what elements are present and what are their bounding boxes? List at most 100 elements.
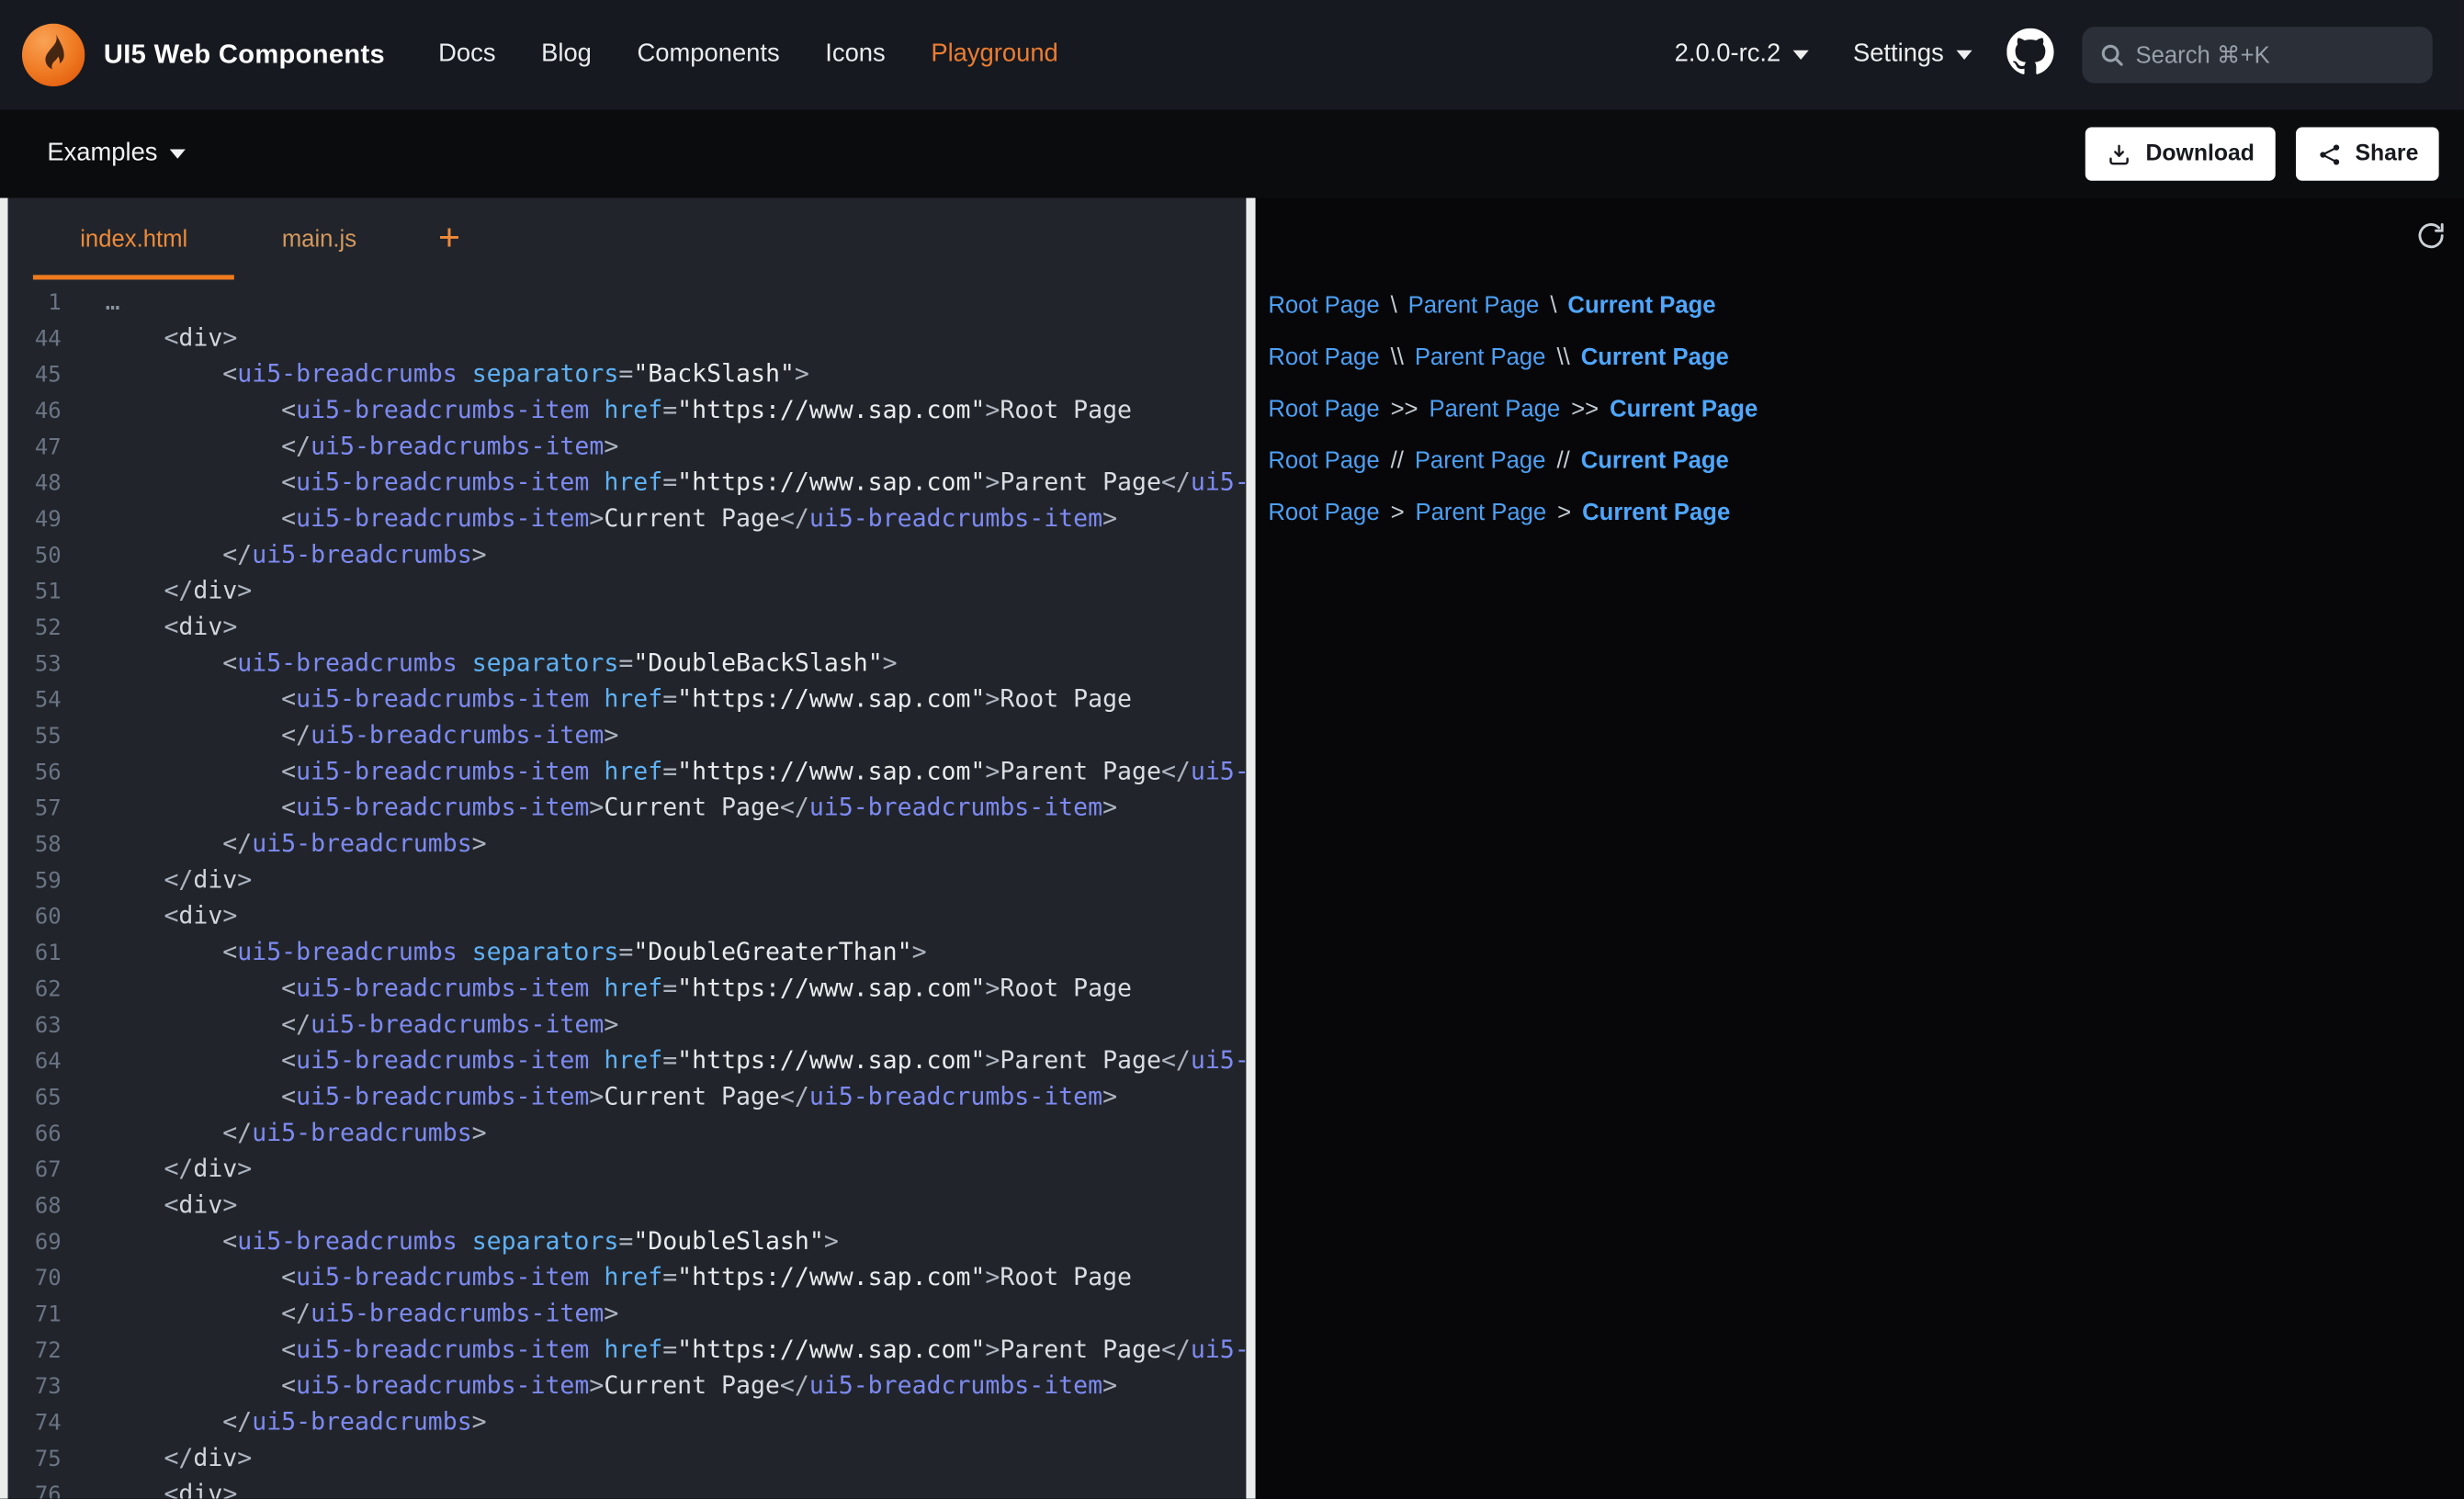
line-number: 55	[8, 719, 81, 755]
settings-dropdown[interactable]: Settings	[1853, 40, 1972, 69]
code-line: 56 <ui5-breadcrumbs-item href="https://w…	[8, 754, 1247, 790]
code-line: 46 <ui5-breadcrumbs-item href="https://w…	[8, 393, 1247, 429]
breadcrumb-separator: >	[1391, 500, 1405, 526]
code-line: 61 <ui5-breadcrumbs separators="DoubleGr…	[8, 935, 1247, 971]
line-number: 58	[8, 828, 81, 863]
code-line: 66 </ui5-breadcrumbs>	[8, 1115, 1247, 1151]
breadcrumb-link[interactable]: Root Page	[1268, 344, 1379, 371]
breadcrumb-current: Current Page	[1581, 447, 1729, 474]
code-line: 65 <ui5-breadcrumbs-item>Current Page</u…	[8, 1079, 1247, 1115]
add-tab-button[interactable]: +	[429, 198, 469, 280]
breadcrumb-link[interactable]: Parent Page	[1415, 447, 1546, 474]
code-line: 72 <ui5-breadcrumbs-item href="https://w…	[8, 1332, 1247, 1368]
code-text: <ui5-breadcrumbs-item href="https://www.…	[106, 1046, 1247, 1075]
code-text: <ui5-breadcrumbs-item href="https://www.…	[106, 1263, 1132, 1291]
ui5-playground: UI5 Web Components Docs Blog Components …	[0, 0, 2464, 1499]
tab-main-js[interactable]: main.js	[234, 198, 403, 280]
code-line: 53 <ui5-breadcrumbs separators="DoubleBa…	[8, 646, 1247, 682]
examples-label: Examples	[47, 140, 157, 168]
breadcrumb: Root Page>>Parent Page>>Current Page	[1268, 393, 2464, 428]
line-number: 1	[8, 286, 81, 321]
breadcrumb-separator: >>	[1571, 396, 1599, 423]
toolbar-actions: Download Share	[2085, 128, 2438, 181]
code-text: </ui5-breadcrumbs>	[106, 1408, 487, 1437]
breadcrumb-link[interactable]: Parent Page	[1416, 500, 1547, 526]
nav-link-blog[interactable]: Blog	[541, 40, 592, 69]
line-number: 49	[8, 502, 81, 538]
breadcrumb-link[interactable]: Parent Page	[1408, 292, 1540, 319]
code-text: <ui5-breadcrumbs-item href="https://www.…	[106, 757, 1247, 785]
code-editor[interactable]: 1…44 <div>45 <ui5-breadcrumbs separators…	[8, 279, 1247, 1498]
code-text: <ui5-breadcrumbs-item href="https://www.…	[106, 1336, 1247, 1364]
line-number: 56	[8, 756, 81, 792]
nav-link-docs[interactable]: Docs	[438, 40, 495, 69]
code-text: </div>	[106, 1444, 253, 1472]
examples-dropdown[interactable]: Examples	[47, 140, 186, 168]
code-line: 1…	[8, 285, 1247, 321]
code-text: <ui5-breadcrumbs separators="DoubleGreat…	[106, 938, 927, 966]
version-dropdown[interactable]: 2.0.0-rc.2	[1675, 40, 1809, 69]
code-line: 59 </div>	[8, 862, 1247, 898]
code-line: 51 </div>	[8, 573, 1247, 609]
examples-toolbar: Examples Download Share	[0, 110, 2464, 198]
search-input[interactable]	[2082, 41, 2432, 68]
nav-link-components[interactable]: Components	[638, 40, 780, 69]
nav-link-icons[interactable]: Icons	[825, 40, 885, 69]
main-split: index.html main.js + 1…44 <div>45 <ui5-b…	[0, 198, 2464, 1499]
line-number: 64	[8, 1044, 81, 1080]
code-text: </div>	[106, 865, 253, 894]
line-number: 48	[8, 467, 81, 502]
breadcrumb-link[interactable]: Root Page	[1268, 292, 1379, 319]
refresh-button[interactable]	[2413, 217, 2450, 254]
left-splitter[interactable]	[0, 198, 8, 1499]
breadcrumb-current: Current Page	[1610, 396, 1758, 423]
code-text: </ui5-breadcrumbs>	[106, 829, 487, 858]
download-button[interactable]: Download	[2085, 128, 2275, 181]
code-text: <ui5-breadcrumbs separators="BackSlash">	[106, 360, 809, 389]
code-line: 47 </ui5-breadcrumbs-item>	[8, 429, 1247, 465]
code-text: <ui5-breadcrumbs separators="DoubleBackS…	[106, 648, 898, 677]
search-box	[2082, 27, 2432, 84]
breadcrumb: Root Page\Parent Page\Current Page	[1268, 289, 2464, 324]
editor-pane: index.html main.js + 1…44 <div>45 <ui5-b…	[8, 198, 1247, 1499]
breadcrumb-link[interactable]: Root Page	[1268, 447, 1379, 474]
share-button[interactable]: Share	[2295, 128, 2438, 181]
line-number: 75	[8, 1442, 81, 1478]
share-icon	[2316, 141, 2343, 167]
code-line: 48 <ui5-breadcrumbs-item href="https://w…	[8, 465, 1247, 501]
breadcrumb-link[interactable]: Root Page	[1268, 500, 1379, 526]
github-link[interactable]	[2006, 28, 2053, 83]
breadcrumb-link[interactable]: Parent Page	[1430, 396, 1561, 423]
line-number: 73	[8, 1370, 81, 1406]
code-text: <ui5-breadcrumbs separators="DoubleSlash…	[106, 1227, 839, 1256]
line-number: 45	[8, 358, 81, 394]
code-text: <ui5-breadcrumbs-item>Current Page</ui5-…	[106, 1371, 1117, 1400]
code-line: 54 <ui5-breadcrumbs-item href="https://w…	[8, 682, 1247, 717]
nav-link-playground[interactable]: Playground	[931, 40, 1057, 69]
code-line: 64 <ui5-breadcrumbs-item href="https://w…	[8, 1043, 1247, 1079]
settings-label: Settings	[1853, 40, 1944, 69]
line-number: 66	[8, 1117, 81, 1153]
breadcrumb: Root Page\\Parent Page\\Current Page	[1268, 341, 2464, 376]
chevron-down-icon	[170, 149, 186, 158]
code-line: 76 <div>	[8, 1477, 1247, 1499]
line-number: 76	[8, 1479, 81, 1499]
code-text: <div>	[106, 902, 238, 930]
tab-index-html[interactable]: index.html	[33, 198, 235, 280]
line-number: 46	[8, 394, 81, 430]
line-number: 59	[8, 864, 81, 900]
split-divider[interactable]	[1246, 198, 1255, 1499]
code-text: </ui5-breadcrumbs-item>	[106, 1300, 619, 1328]
code-text: </ui5-breadcrumbs>	[106, 540, 487, 569]
chevron-down-icon	[1957, 51, 1972, 60]
breadcrumb-separator: \\	[1391, 344, 1404, 371]
line-number: 61	[8, 936, 81, 972]
brand-link[interactable]: UI5 Web Components	[22, 24, 385, 86]
breadcrumb-link[interactable]: Root Page	[1268, 396, 1379, 423]
download-icon	[2107, 141, 2133, 167]
download-label: Download	[2145, 141, 2255, 166]
preview-pane: Root Page\Parent Page\Current PageRoot P…	[1256, 198, 2464, 1499]
code-text: <ui5-breadcrumbs-item href="https://www.…	[106, 396, 1132, 424]
brand-title: UI5 Web Components	[104, 39, 385, 71]
breadcrumb-link[interactable]: Parent Page	[1415, 344, 1546, 371]
